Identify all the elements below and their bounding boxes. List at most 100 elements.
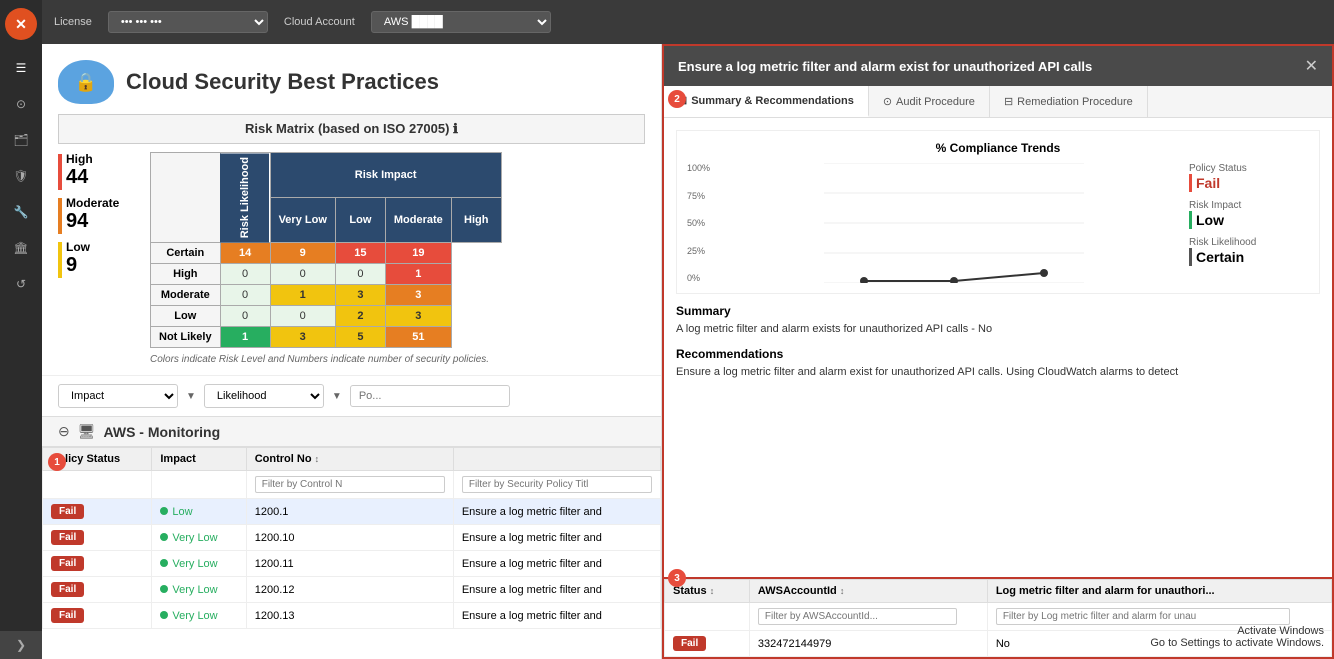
sidebar-item-tools[interactable]: 🔧 bbox=[5, 196, 37, 228]
activate-windows-notice: Activate Windows Go to Settings to activ… bbox=[1150, 625, 1324, 649]
risk-matrix-title: Risk Matrix (based on ISO 27005) ℹ bbox=[58, 114, 645, 144]
compliance-section: % Compliance Trends 100% 75% 50% 25% 0% bbox=[676, 130, 1320, 294]
table-row[interactable]: Fail Very Low 1200.10 Ensure a log metri… bbox=[43, 525, 661, 551]
home-icon: ⊙ bbox=[16, 97, 26, 111]
table-row[interactable]: Fail Very Low 1200.11 Ensure a log metri… bbox=[43, 551, 661, 577]
low-bar bbox=[58, 242, 62, 278]
row-status: Fail bbox=[43, 577, 152, 603]
recommendations-title: Recommendations bbox=[676, 347, 1320, 361]
audit-tab-label: Audit Procedure bbox=[896, 96, 975, 108]
row-impact: Low bbox=[152, 499, 246, 525]
refresh-icon: ↺ bbox=[16, 277, 26, 291]
matrix-wrapper: Risk Likelihood Risk Impact Very Low Low… bbox=[150, 152, 645, 365]
col-aws-account: AWSAccountId ↕ bbox=[749, 580, 987, 603]
sidebar-item-hamburger[interactable]: ☰ bbox=[5, 52, 37, 84]
matrix-row-notlikely: Not Likely 1 3 5 51 bbox=[151, 327, 502, 348]
activate-line2: Go to Settings to activate Windows. bbox=[1150, 637, 1324, 649]
app-logo[interactable]: ✕ bbox=[5, 8, 37, 40]
row-control: 1200.10 bbox=[246, 525, 453, 551]
legend-certain-row: Certain bbox=[1189, 248, 1309, 266]
chevron-right-icon: ❯ bbox=[16, 638, 26, 652]
sidebar-item-briefcase[interactable]: 🗂 bbox=[5, 124, 37, 156]
step2-badge: 2 bbox=[668, 90, 686, 108]
col-low: Low bbox=[335, 198, 385, 243]
policy-filter[interactable] bbox=[350, 385, 510, 407]
y-50: 50% bbox=[687, 218, 719, 228]
table-row[interactable]: Fail Very Low 1200.13 Ensure a log metri… bbox=[43, 603, 661, 629]
low-label: Low bbox=[66, 240, 90, 254]
activate-line1: Activate Windows bbox=[1150, 625, 1324, 637]
legend-fail-row: Fail bbox=[1189, 174, 1309, 192]
risk-section: Risk Matrix (based on ISO 27005) ℹ High … bbox=[42, 114, 661, 375]
table-row[interactable]: Fail Very Low 1200.12 Ensure a log metri… bbox=[43, 577, 661, 603]
col-very-low: Very Low bbox=[270, 198, 335, 243]
notlikely-label: Not Likely bbox=[151, 327, 221, 348]
table-row[interactable]: Fail Low 1200.1 Ensure a log metric filt… bbox=[43, 499, 661, 525]
low-impact-value: Low bbox=[1196, 212, 1224, 228]
cell-high-vlow: 0 bbox=[220, 264, 270, 285]
likelihood-filter[interactable]: Likelihood bbox=[204, 384, 324, 408]
cell-certain-high: 19 bbox=[385, 243, 451, 264]
sidebar-item-bank[interactable]: 🏛 bbox=[5, 232, 37, 264]
cloud-account-select[interactable]: AWS ████ bbox=[371, 11, 551, 33]
monitor-icon: 🖥 bbox=[78, 423, 96, 440]
account-filter-input[interactable] bbox=[758, 608, 957, 625]
summary-title: Summary bbox=[676, 304, 1320, 318]
cell-mod-high: 3 bbox=[385, 285, 451, 306]
row-status: Fail bbox=[43, 551, 152, 577]
log-filter-input[interactable] bbox=[996, 608, 1290, 625]
sidebar-item-home[interactable]: ⊙ bbox=[5, 88, 37, 120]
aws-monitoring-header: ⊖ 🖥 AWS - Monitoring bbox=[42, 416, 661, 447]
risk-high-text: High 44 bbox=[66, 152, 93, 189]
summary-section: Summary A log metric filter and alarm ex… bbox=[676, 304, 1320, 337]
control-filter-input[interactable] bbox=[255, 476, 445, 493]
moderate-likelihood-label: Moderate bbox=[151, 285, 221, 306]
cell-nl-vlow: 1 bbox=[220, 327, 270, 348]
risk-impact-legend-label: Risk Impact bbox=[1189, 200, 1309, 211]
certain-bar-legend bbox=[1189, 248, 1192, 266]
high-count: 44 bbox=[66, 166, 93, 189]
col-log-metric: Log metric filter and alarm for unauthor… bbox=[987, 580, 1331, 603]
certain-label: Certain bbox=[151, 243, 221, 264]
sidebar-expand-button[interactable]: ❯ bbox=[0, 631, 42, 659]
col-policy-title bbox=[453, 448, 660, 471]
briefcase-icon: 🗂 bbox=[13, 133, 28, 147]
risk-levels: High 44 Moderate 94 bbox=[58, 152, 138, 365]
matrix-table: Risk Likelihood Risk Impact Very Low Low… bbox=[150, 152, 502, 348]
compliance-chart-svg: 11/18 11/19 11/20 bbox=[729, 163, 1179, 283]
cell-certain-vlow: 14 bbox=[220, 243, 270, 264]
tab-summary[interactable]: ⊞ Summary & Recommendations bbox=[664, 86, 869, 117]
shield-icon: 🛡 bbox=[13, 169, 28, 183]
risk-low-text: Low 9 bbox=[66, 240, 90, 277]
risk-level-low: Low 9 bbox=[58, 240, 138, 278]
row-control: 1200.1 bbox=[246, 499, 453, 525]
license-select[interactable]: ••• ••• ••• bbox=[108, 11, 268, 33]
title-filter-input[interactable] bbox=[462, 476, 652, 493]
chart-container: 11/18 11/19 11/20 bbox=[729, 163, 1179, 283]
cell-nl-high: 51 bbox=[385, 327, 451, 348]
filter-account bbox=[749, 603, 987, 631]
filters-row: Impact ▼ Likelihood ▼ bbox=[42, 375, 661, 416]
tab-audit[interactable]: ⊙ Audit Procedure bbox=[869, 86, 990, 117]
sidebar-item-shield[interactable]: 🛡 bbox=[5, 160, 37, 192]
close-button[interactable]: ✕ bbox=[1305, 56, 1318, 76]
cell-certain-mod: 15 bbox=[335, 243, 385, 264]
row-title: Ensure a log metric filter and bbox=[453, 525, 660, 551]
col-high: High bbox=[451, 198, 501, 243]
policy-status-legend-label: Policy Status bbox=[1189, 163, 1309, 174]
collapse-icon[interactable]: ⊖ bbox=[58, 423, 70, 440]
cell-nl-mod: 5 bbox=[335, 327, 385, 348]
sidebar-item-refresh[interactable]: ↺ bbox=[5, 268, 37, 300]
cell-mod-low: 1 bbox=[270, 285, 335, 306]
y-75: 75% bbox=[687, 191, 719, 201]
cloud-icon bbox=[58, 60, 114, 104]
cell-mod-vlow: 0 bbox=[220, 285, 270, 306]
main-area: License ••• ••• ••• Cloud Account AWS ██… bbox=[42, 0, 1334, 659]
tab-remediation[interactable]: ⊟ Remediation Procedure bbox=[990, 86, 1148, 117]
filter-status bbox=[665, 603, 750, 631]
risk-level-moderate: Moderate 94 bbox=[58, 196, 138, 234]
cell-high-mod: 0 bbox=[335, 264, 385, 285]
bank-icon: 🏛 bbox=[13, 241, 28, 255]
low-likelihood-label: Low bbox=[151, 306, 221, 327]
impact-filter[interactable]: Impact bbox=[58, 384, 178, 408]
